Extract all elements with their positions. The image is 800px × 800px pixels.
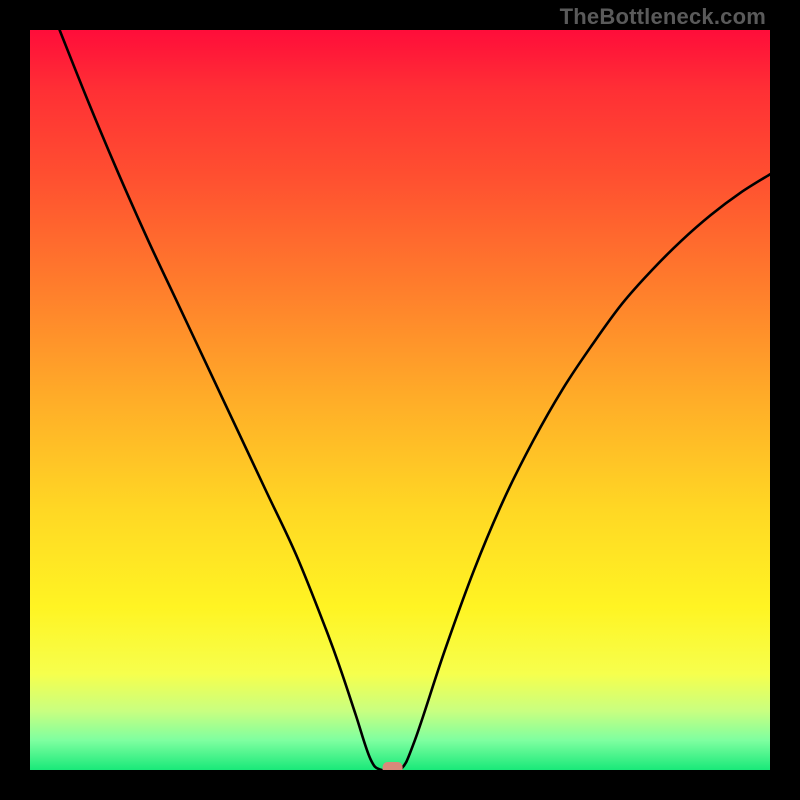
minimum-marker: [383, 762, 403, 770]
outer-frame: TheBottleneck.com: [0, 0, 800, 800]
chart-svg: [30, 30, 770, 770]
plot-area: [30, 30, 770, 770]
watermark-text: TheBottleneck.com: [560, 4, 766, 30]
bottleneck-curve: [60, 30, 770, 770]
